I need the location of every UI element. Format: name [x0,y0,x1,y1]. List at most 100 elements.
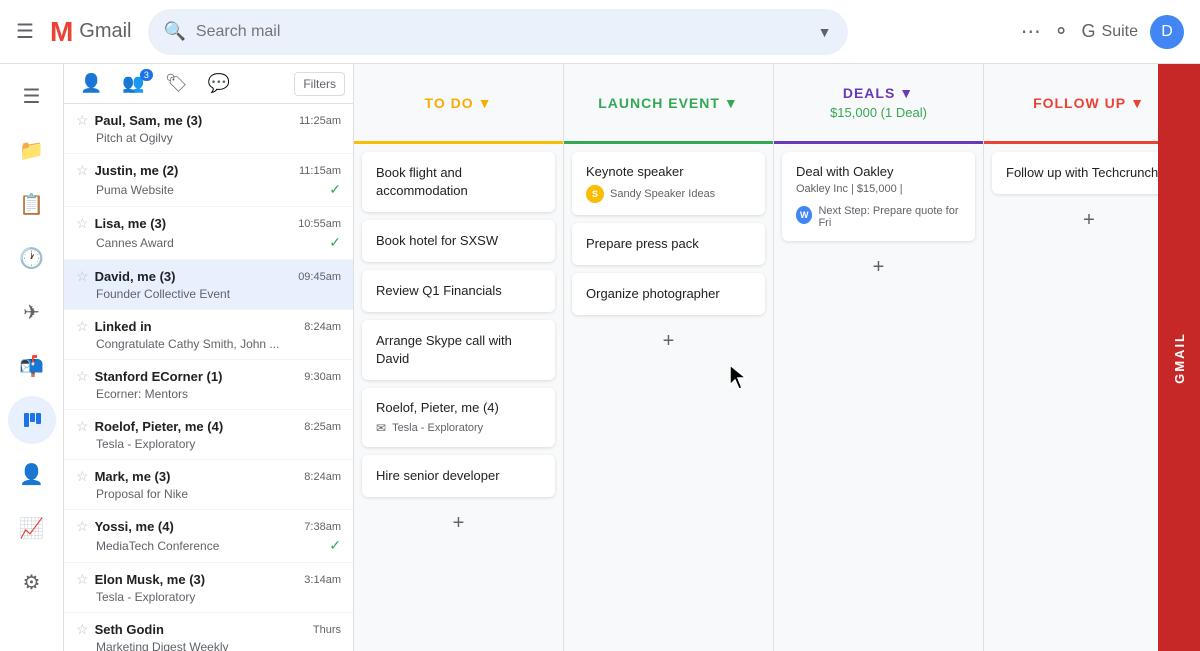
gmail-logo-text: Gmail [79,20,131,43]
col-header-launch[interactable]: LAUNCH EVENT ▼ [564,64,773,144]
email-item[interactable]: ☆ Lisa, me (3) 10:55am Cannes Award ✓ [64,207,353,260]
star-icon[interactable]: ☆ [76,162,89,179]
star-icon[interactable]: ☆ [76,518,89,535]
apps-icon[interactable]: ⋯ [1021,19,1041,44]
search-icon: 🔍 [164,21,186,42]
star-icon[interactable]: ☆ [76,621,89,638]
notifications-icon[interactable]: ⚬ [1053,19,1070,44]
search-dropdown-icon[interactable]: ▼ [818,24,832,40]
todo-card-6[interactable]: Hire senior developer [362,455,555,497]
email-subject: Ecorner: Mentors [96,387,341,401]
email-subject: Tesla - Exploratory [96,590,341,604]
email-subject: Congratulate Cathy Smith, John ... [96,337,341,351]
search-input[interactable] [196,23,808,41]
deals-add-button[interactable]: + [865,253,893,281]
email-item[interactable]: ☆ David, me (3) 09:45am Founder Collecti… [64,260,353,310]
todo-card-3[interactable]: Review Q1 Financials [362,270,555,312]
email-sender: David, me (3) [95,269,293,284]
col-cards-launch: Keynote speaker S Sandy Speaker Ideas Pr… [564,144,773,651]
email-item[interactable]: ☆ Paul, Sam, me (3) 11:25am Pitch at Ogi… [64,104,353,154]
gmail-m-icon: M [50,16,73,48]
star-icon[interactable]: ☆ [76,318,89,335]
launch-card-3[interactable]: Organize photographer [572,273,765,315]
kanban-col-launch: LAUNCH EVENT ▼ Keynote speaker S Sandy S… [564,64,774,651]
group-badge: 3 [140,69,153,81]
star-icon[interactable]: ☆ [76,215,89,232]
tab-tag-icon[interactable]: 🏷 [157,69,196,98]
follow-dropdown-icon[interactable]: ▼ [1130,95,1145,111]
email-list: 👤 👥 3 🏷 💬 Filters ☆ Paul, Sam, me (3) 11… [64,64,354,651]
deals-dropdown-icon[interactable]: ▼ [899,85,914,101]
email-item[interactable]: ☆ Yossi, me (4) 7:38am MediaTech Confere… [64,510,353,563]
deals-card-1[interactable]: Deal with Oakley Oakley Inc | $15,000 | … [782,152,975,241]
email-items: ☆ Paul, Sam, me (3) 11:25am Pitch at Ogi… [64,104,353,651]
launch-dropdown-icon[interactable]: ▼ [724,95,739,111]
star-icon[interactable]: ☆ [76,571,89,588]
tab-chat-icon[interactable]: 💬 [200,69,238,98]
col-header-follow[interactable]: FOLLOW UP ▼ [984,64,1158,144]
col-title-deals: DEALS ▼ [843,85,914,101]
filters-button[interactable]: Filters [294,72,345,96]
launch-card-1[interactable]: Keynote speaker S Sandy Speaker Ideas [572,152,765,215]
gsuite-g-letter: G [1082,21,1096,42]
deals-subtitle: $15,000 (1 Deal) [830,105,927,120]
check-icon: ✓ [329,234,341,251]
star-icon[interactable]: ☆ [76,112,89,129]
email-sender: Yossi, me (4) [95,519,299,534]
todo-card-1[interactable]: Book flight and accommodation [362,152,555,212]
nav-icon-kanban[interactable] [8,396,56,444]
email-item[interactable]: ☆ Justin, me (2) 11:15am Puma Website ✓ [64,154,353,207]
email-sender: Roelof, Pieter, me (4) [95,419,299,434]
col-header-todo[interactable]: TO DO ▼ [354,64,563,144]
nav-icon-clock[interactable]: 🕐 [8,234,56,282]
nav-icon-analytics[interactable]: 📈 [8,504,56,552]
star-icon[interactable]: ☆ [76,268,89,285]
nav-icon-inbox[interactable]: 📬 [8,342,56,390]
todo-card-2[interactable]: Book hotel for SXSW [362,220,555,262]
email-subject: Pitch at Ogilvy [96,131,341,145]
nav-icon-settings[interactable]: ⚙ [8,558,56,606]
todo-card-5[interactable]: Roelof, Pieter, me (4) ✉ Tesla - Explora… [362,388,555,447]
star-icon[interactable]: ☆ [76,468,89,485]
col-cards-deals: Deal with Oakley Oakley Inc | $15,000 | … [774,144,983,651]
email-item[interactable]: ☆ Linked in 8:24am Congratulate Cathy Sm… [64,310,353,360]
email-item[interactable]: ☆ Elon Musk, me (3) 3:14am Tesla - Explo… [64,563,353,613]
follow-card-1[interactable]: Follow up with Techcrunch [992,152,1158,194]
nav-icon-menu[interactable]: ☰ [8,72,56,120]
email-item[interactable]: ☆ Stanford ECorner (1) 9:30am Ecorner: M… [64,360,353,410]
launch-add-button[interactable]: + [655,327,683,355]
todo-card-4[interactable]: Arrange Skype call with David [362,320,555,380]
todo-dropdown-icon[interactable]: ▼ [478,95,493,111]
email-item[interactable]: ☆ Roelof, Pieter, me (4) 8:25am Tesla - … [64,410,353,460]
col-header-deals[interactable]: DEALS ▼ $15,000 (1 Deal) [774,64,983,144]
email-item[interactable]: ☆ Seth Godin Thurs Marketing Digest Week… [64,613,353,651]
nav-icon-folder[interactable]: 📁 [8,126,56,174]
email-item[interactable]: ☆ Mark, me (3) 8:24am Proposal for Nike [64,460,353,510]
email-time: 10:55am [298,218,341,230]
menu-icon[interactable]: ☰ [16,19,34,44]
todo-add-button[interactable]: + [445,509,473,537]
user-avatar[interactable]: D [1150,15,1184,49]
email-time: 9:30am [304,371,341,383]
star-icon[interactable]: ☆ [76,368,89,385]
nav-icon-clipboard[interactable]: 📋 [8,180,56,228]
email-subject: Puma Website [96,183,329,197]
nav-icon-send[interactable]: ✈ [8,288,56,336]
follow-add-button[interactable]: + [1075,206,1103,234]
kanban-col-deals: DEALS ▼ $15,000 (1 Deal) Deal with Oakle… [774,64,984,651]
email-subject: Proposal for Nike [96,487,341,501]
email-sender: Justin, me (2) [95,163,293,178]
gmail-panel: GMAIL [1158,64,1200,651]
email-sender: Seth Godin [95,622,307,637]
tab-person-icon[interactable]: 👤 [72,69,110,98]
tab-group-icon[interactable]: 👥 3 [114,69,152,98]
email-sender: Linked in [95,319,299,334]
nav-icon-people[interactable]: 👤 [8,450,56,498]
col-cards-todo: Book flight and accommodation Book hotel… [354,144,563,651]
gmail-logo: M Gmail [50,16,132,48]
main-area: ☰ 📁 📋 🕐 ✈ 📬 👤 📈 ⚙ 👤 👥 3 🏷 💬 Filters [0,64,1200,651]
gsuite-area: G Suite [1082,21,1138,42]
col-title-todo: TO DO ▼ [425,95,493,111]
star-icon[interactable]: ☆ [76,418,89,435]
launch-card-2[interactable]: Prepare press pack [572,223,765,265]
